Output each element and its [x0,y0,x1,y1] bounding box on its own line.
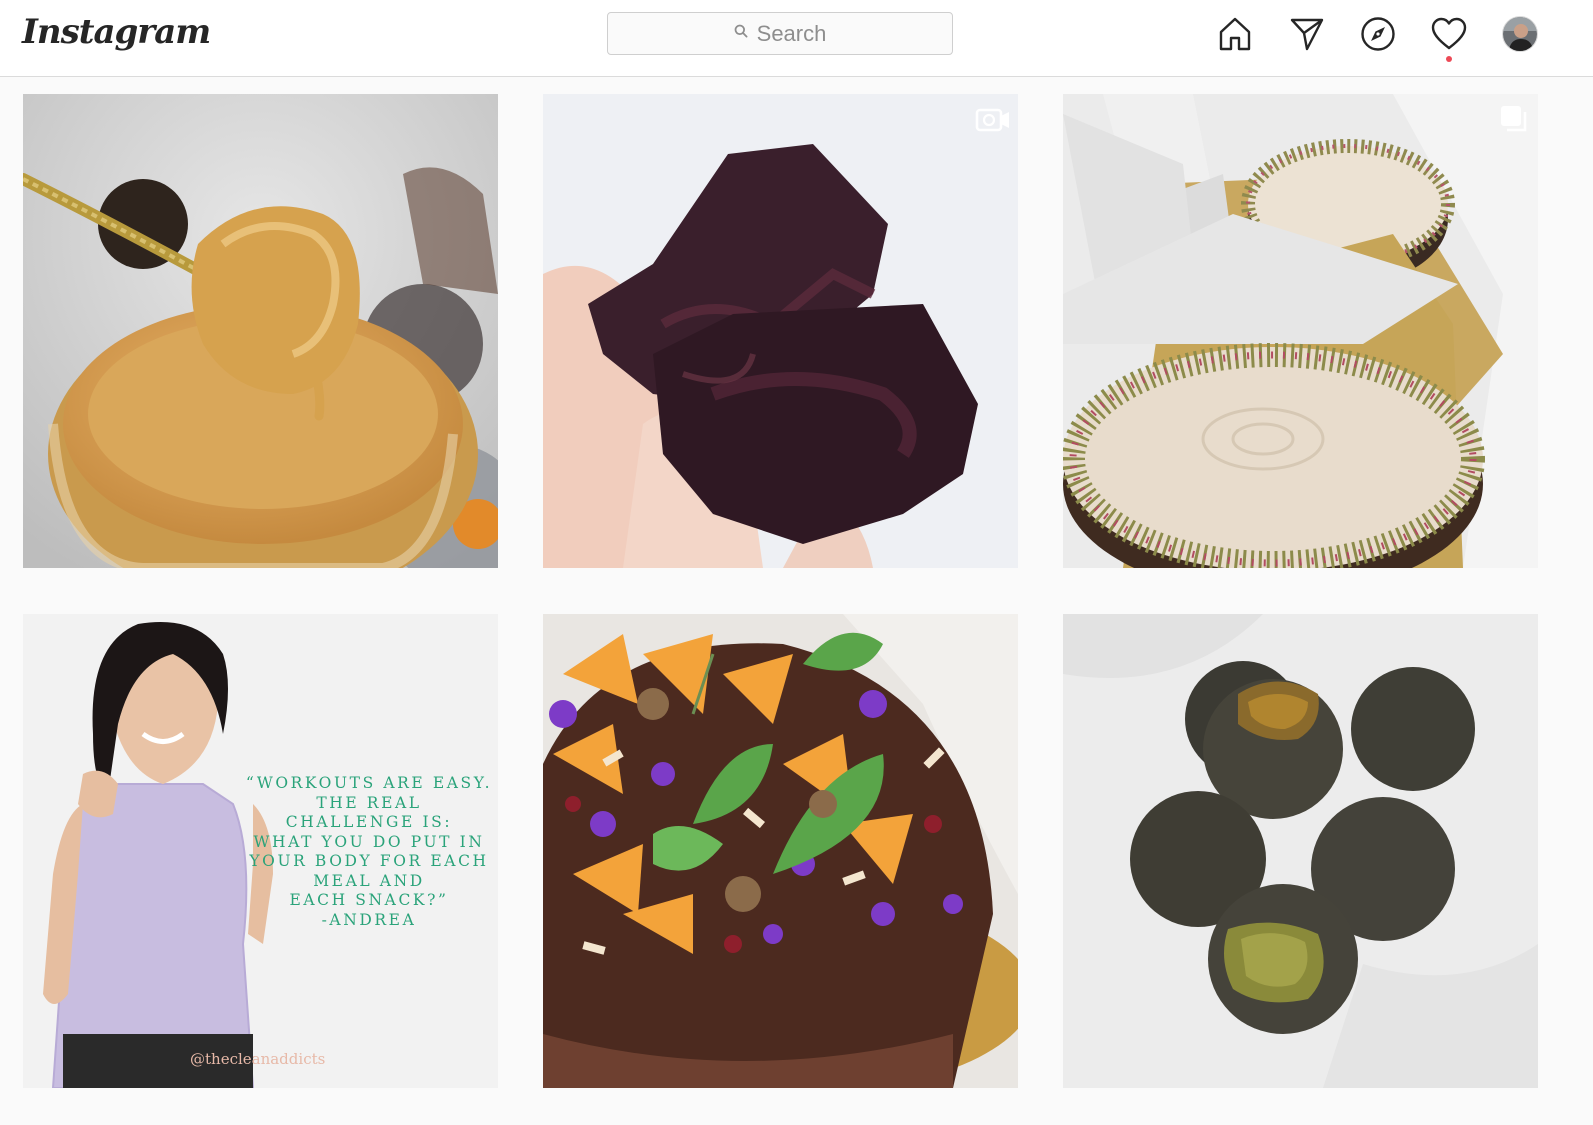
quote-line: what you do put in [253,832,485,851]
notification-dot [1446,56,1452,62]
post-tile-6[interactable] [1063,614,1538,1088]
quote-line: challenge is: [285,813,453,831]
quote-line: -Andrea [321,910,417,929]
search-input[interactable]: Search [607,12,953,55]
post-quote-text: “Workouts are easy. The real challenge i… [239,774,498,930]
paper-plane-icon[interactable] [1288,15,1326,53]
instagram-logo[interactable]: Instagram [22,12,211,52]
quote-line: meal and [313,871,425,890]
compass-icon[interactable] [1359,15,1397,53]
quote-line: each snack?” [289,891,449,909]
quote-line: The real [316,793,422,812]
post-tile-3[interactable] [1063,94,1538,568]
heart-icon[interactable] [1430,15,1468,62]
post-tile-5[interactable] [543,614,1018,1088]
quote-line: “Workouts are easy. [245,774,493,792]
post-tile-1[interactable] [23,94,498,568]
post-tile-2[interactable] [543,94,1018,568]
post-watermark: @thecleanaddicts [190,1050,326,1068]
top-nav-bar: Instagram Search [0,0,1593,77]
search-placeholder: Search [756,20,827,46]
search-placeholder-group: Search [734,20,827,47]
search-icon [734,24,748,43]
quote-line: your body for each [249,852,489,870]
post-tile-4[interactable]: “Workouts are easy. The real challenge i… [23,614,498,1088]
profile-avatar[interactable] [1502,16,1538,52]
home-icon[interactable] [1216,15,1254,53]
